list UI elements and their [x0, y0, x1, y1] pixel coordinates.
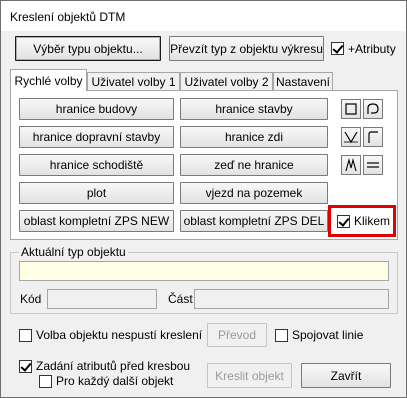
- take-type-from-drawing-button[interactable]: Převzít typ z objektu výkresu: [169, 36, 324, 61]
- peak-icon[interactable]: [341, 155, 361, 175]
- klikem-checkbox[interactable]: [337, 215, 350, 228]
- transport-structure-boundary-button[interactable]: hranice dopravní stavby: [19, 126, 174, 148]
- tab-settings[interactable]: Nastavení: [273, 72, 333, 90]
- driveway-button[interactable]: vjezd na pozemek: [180, 182, 328, 204]
- building-boundary-button[interactable]: hranice budovy: [19, 98, 174, 120]
- window-title: Kreslení objektů DTM: [10, 10, 126, 24]
- convert-button[interactable]: Převod: [207, 323, 267, 347]
- wall-boundary-button[interactable]: hranice zdi: [180, 126, 328, 148]
- construction-boundary-button[interactable]: hranice stavby: [180, 98, 328, 120]
- code-label: Kód: [20, 292, 42, 306]
- dialog-window: Kreslení objektů DTM Výběr typu objektu.…: [0, 0, 407, 398]
- klikem-label: Klikem: [354, 214, 391, 228]
- rectangle-icon[interactable]: [341, 99, 361, 119]
- title-bar: Kreslení objektů DTM: [1, 1, 406, 31]
- select-object-type-button[interactable]: Výběr typu objektu...: [15, 36, 161, 61]
- zps-del-area-button[interactable]: oblast kompletní ZPS DEL: [180, 210, 328, 232]
- code-field[interactable]: [47, 289, 157, 309]
- attributes-before-drawing-checkbox[interactable]: [19, 360, 32, 373]
- tab-strip: Rychlé volby Uživatel volby 1 Uživatel v…: [10, 69, 398, 91]
- close-button[interactable]: Zavřít: [301, 363, 391, 388]
- draw-object-button[interactable]: Kreslit objekt: [207, 363, 292, 388]
- attributes-label: +Atributy: [348, 42, 396, 56]
- part-field[interactable]: [194, 289, 389, 309]
- staircase-boundary-button[interactable]: hranice schodiště: [19, 154, 174, 176]
- rounded-corner-icon[interactable]: [363, 99, 383, 119]
- attributes-checkbox[interactable]: [331, 42, 344, 55]
- tab-user-options-2[interactable]: Uživatel volby 2: [180, 72, 273, 90]
- fence-button[interactable]: plot: [19, 182, 174, 204]
- part-label: Část: [168, 292, 193, 306]
- attributes-before-drawing-label: Zadání atributů před kresbou: [36, 359, 191, 373]
- corner-shape-icon[interactable]: [363, 127, 383, 147]
- join-lines-label: Spojovat linie: [292, 328, 364, 342]
- quick-options-panel: hranice budovy hranice dopravní stavby h…: [10, 90, 398, 240]
- join-lines-checkbox[interactable]: [275, 329, 288, 342]
- each-next-object-label: Pro každý další objekt: [56, 374, 174, 388]
- double-line-icon[interactable]: [363, 155, 383, 175]
- tab-user-options-1[interactable]: Uživatel volby 1: [87, 72, 180, 90]
- no-start-drawing-label: Volba objektu nespustí kreslení: [36, 328, 203, 342]
- current-object-type-legend: Aktuální typ objektu: [19, 245, 128, 259]
- each-next-object-checkbox[interactable]: [39, 375, 52, 388]
- v-shape-icon[interactable]: [341, 127, 361, 147]
- tab-quick-options[interactable]: Rychlé volby: [10, 69, 87, 91]
- no-start-drawing-checkbox[interactable]: [19, 329, 32, 342]
- zps-new-area-button[interactable]: oblast kompletní ZPS NEW: [19, 210, 174, 232]
- wall-not-boundary-button[interactable]: zeď ne hranice: [180, 154, 328, 176]
- current-object-type-group: Aktuální typ objektu Kód Část: [10, 245, 398, 314]
- current-object-type-field: [19, 261, 389, 281]
